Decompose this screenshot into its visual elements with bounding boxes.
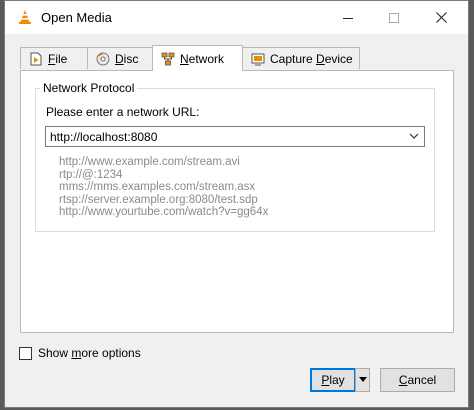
example-url: http://www.example.com/stream.avi: [59, 156, 240, 168]
tab-capture-device[interactable]: Capture Device: [242, 47, 360, 69]
maximize-button[interactable]: [371, 1, 417, 34]
show-more-options[interactable]: Show more options: [19, 346, 141, 360]
window-title: Open Media: [41, 10, 112, 25]
open-media-dialog: Open Media File Disc Network Capture Dev…: [4, 0, 469, 408]
play-dropdown-button[interactable]: [355, 368, 370, 392]
cancel-button[interactable]: Cancel: [380, 368, 455, 392]
file-play-icon: [29, 52, 43, 66]
show-more-options-checkbox[interactable]: [19, 346, 32, 360]
play-button[interactable]: Play: [310, 368, 356, 392]
tab-network[interactable]: Network: [152, 45, 243, 71]
tab-file[interactable]: File: [20, 47, 88, 69]
maximize-icon: [389, 12, 399, 23]
show-more-options-label: Show more options: [38, 346, 141, 360]
vlc-cone-icon: [19, 10, 31, 24]
close-icon: [435, 12, 447, 23]
tab-disc[interactable]: Disc: [87, 47, 153, 69]
chevron-down-icon[interactable]: [408, 130, 420, 142]
example-url: rtp://@:1234: [59, 168, 123, 181]
disc-icon: [96, 52, 110, 66]
network-tab-panel: Network Protocol Please enter a network …: [20, 70, 454, 333]
tab-capture-device-label: Capture Device: [270, 51, 353, 66]
url-examples: http://www.example.com/stream.avi rtp://…: [59, 156, 268, 219]
url-input[interactable]: [46, 127, 408, 146]
url-combobox[interactable]: [45, 126, 425, 147]
tab-disc-label: Disc: [115, 51, 139, 66]
group-label: Network Protocol: [40, 81, 138, 95]
dropdown-arrow-icon: [358, 377, 367, 382]
title-bar[interactable]: Open Media: [5, 1, 468, 34]
close-button[interactable]: [418, 1, 464, 34]
network-icon: [161, 52, 175, 66]
capture-device-icon: [251, 52, 265, 66]
minimize-button[interactable]: [325, 1, 371, 34]
minimize-icon: [343, 17, 353, 19]
example-url: http://www.yourtube.com/watch?v=gg64x: [59, 206, 269, 218]
tab-file-label: File: [48, 51, 68, 66]
example-url: rtsp://server.example.org:8080/test.sdp: [59, 193, 258, 206]
url-label: Please enter a network URL:: [46, 105, 200, 119]
example-url: mms://mms.examples.com/stream.asx: [59, 181, 256, 193]
tab-network-label: Network: [180, 51, 225, 66]
network-protocol-group: Network Protocol Please enter a network …: [35, 81, 435, 232]
